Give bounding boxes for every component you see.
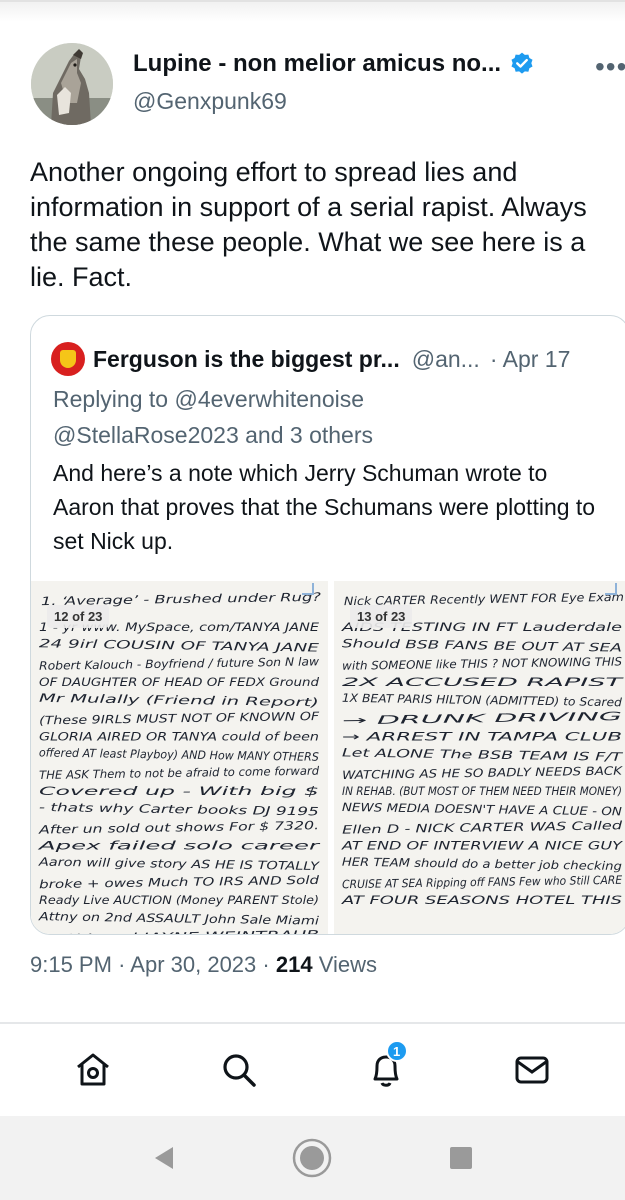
handwritten-line: 24 9irl COUSIN OF TANYA JANE <box>39 636 320 654</box>
quoted-text: And here’s a note which Jerry Schuman wr… <box>53 460 596 554</box>
replying-to: Replying to @4everwhitenoise @StellaRose… <box>53 381 373 453</box>
handwritten-line: Mr Mulally (Friend in Report) <box>39 691 319 709</box>
handwritten-line: GLORIA AIRED OR TANYA could of been <box>39 729 319 743</box>
handwritten-line: → DRUNK DRIVING <box>342 709 622 727</box>
tweet-time[interactable]: 9:15 PM <box>30 952 112 977</box>
views-count: 214 <box>275 952 313 977</box>
quoted-media[interactable]: 1. ‘Average’ - Brushed under Rug? 1 - yr … <box>31 581 625 935</box>
handwritten-line: AT END OF INTERVIEW A NICE GUY <box>341 839 624 853</box>
back-icon <box>155 1147 174 1169</box>
handwritten-line: CRUISE AT SEA Ripping off FANS Few who S… <box>342 873 623 891</box>
bottom-tab-bar: 1 <box>0 1024 625 1116</box>
page-badge: 13 of 23 <box>350 605 413 628</box>
meta-separator: · <box>262 952 270 977</box>
tab-notifications[interactable]: 1 <box>356 1040 416 1100</box>
handwriting-2: Nick CARTER Recently WENT FOR Eye ExamAI… <box>340 590 624 907</box>
quoted-tweet[interactable]: Ferguson is the biggest pr... @an... · A… <box>30 315 625 935</box>
quoted-author-avatar[interactable] <box>51 342 85 376</box>
notification-badge: 1 <box>385 1040 408 1062</box>
tweet-text: Another ongoing effort to spread lies an… <box>30 157 587 292</box>
handwritten-line: → ARREST IN TAMPA CLUB <box>342 729 622 743</box>
handwritten-line: Apex failed solo career <box>37 839 322 853</box>
handwritten-line: offered AT least Playboy) AND How MANY O… <box>39 745 319 763</box>
tweet-date[interactable]: Apr 30, 2023 <box>130 952 256 977</box>
image-corner-icon <box>605 583 617 595</box>
handwritten-line: OF DAUGHTER OF HEAD OF FEDX Ground <box>39 675 320 689</box>
wolf-avatar-image <box>31 43 113 125</box>
handwritten-note-image-2[interactable]: Nick CARTER Recently WENT FOR Eye Exam AI… <box>334 581 625 934</box>
handwritten-line: NEWS MEDIA DOESN'T HAVE A CLUE - ON <box>342 800 623 818</box>
top-divider <box>0 0 625 2</box>
system-home-button[interactable] <box>282 1128 342 1188</box>
views-label: Views <box>318 952 377 977</box>
replying-to-prefix: Replying to <box>53 386 169 412</box>
image-corner-icon <box>302 583 314 595</box>
tweet-meta: 9:15 PM · Apr 30, 2023 · 214 Views <box>30 952 377 978</box>
quoted-date: · Apr 17 <box>489 345 571 372</box>
mail-icon <box>515 1056 549 1084</box>
author-row[interactable]: Lupine - non melior amicus no... <box>133 50 535 78</box>
handwritten-line: AT FOUR SEASONS HOTEL THIS <box>340 893 622 907</box>
handwritten-line: IN REHAB. (BUT MOST OF THEM NEED THEIR M… <box>342 784 622 798</box>
meta-separator: · <box>118 952 126 977</box>
quoted-author-handle[interactable]: @an... <box>412 346 480 373</box>
handwritten-line: THE ASK Them to not be afraid to come fo… <box>39 764 320 782</box>
handwritten-line: Attny on 2nd ASSAULT John Sale Miami <box>38 909 320 927</box>
quoted-header: Ferguson is the biggest pr... @an... · A… <box>51 342 570 376</box>
author-name[interactable]: Lupine - non melior amicus no... <box>133 50 501 78</box>
quoted-author-name[interactable]: Ferguson is the biggest pr... <box>93 346 400 373</box>
handwritten-line: Ellen D - NICK CARTER WAS Called <box>342 818 623 836</box>
handwritten-line: (These 9IRLS MUST NOT OF KNOWN OF <box>39 709 320 727</box>
handwritten-line: broke + owes Much TO IRS AND Sold <box>39 873 320 891</box>
home-icon <box>77 1053 110 1086</box>
system-recents-button[interactable] <box>431 1128 491 1188</box>
handwritten-note-image-1[interactable]: 1. ‘Average’ - Brushed under Rug? 1 - yr … <box>31 581 328 935</box>
tab-home[interactable] <box>63 1040 123 1100</box>
handwritten-line: HER TEAM should do a better job checking <box>342 855 622 873</box>
handwritten-line: with SOMEONE like THIS ? NOT KNOWING THI… <box>342 654 622 672</box>
handwritten-line: 1X BEAT PARIS HILTON (ADMITTED) to Scare… <box>342 691 623 709</box>
handwritten-line: 2X ACCUSED RAPIST <box>342 675 624 689</box>
handwritten-line: Robert Kalouch - Boyfriend / future Son … <box>39 654 320 672</box>
page-badge: 12 of 23 <box>47 605 110 628</box>
tab-search[interactable] <box>209 1040 269 1100</box>
handwritten-line: - thats why Carter books DJ 9195 <box>39 800 319 818</box>
author-handle[interactable]: @Genxpunk69 <box>133 88 287 115</box>
replying-to-handle[interactable]: @4everwhitenoise <box>174 386 364 412</box>
author-avatar[interactable] <box>31 43 113 125</box>
handwritten-line: Should BSB FANS BE OUT AT SEA <box>342 636 622 654</box>
handwritten-line: Covered up - With big $ <box>39 784 319 798</box>
system-navigation-bar <box>0 1116 625 1200</box>
search-icon <box>223 1054 257 1087</box>
handwritten-line: After un sold out shows For $ 7320. <box>38 818 320 836</box>
system-back-button[interactable] <box>134 1128 194 1188</box>
more-options-icon[interactable]: ••• <box>595 53 625 81</box>
verified-badge-icon <box>511 52 533 74</box>
top-fade <box>0 0 625 22</box>
handwriting-1: 1. ‘Average’ - Brushed under Rug?1 - yr … <box>37 590 322 935</box>
handwritten-line: Let ALONE The BSB TEAM IS F/T <box>342 745 624 763</box>
handwritten-line: Ready Live AUCTION (Money PARENT Stole) <box>39 893 319 907</box>
home-circle-icon <box>293 1138 332 1178</box>
tab-messages[interactable] <box>502 1040 562 1100</box>
replying-to-others[interactable]: @StellaRose2023 and 3 others <box>53 417 373 453</box>
handwritten-line: Aaron will give story AS HE IS TOTALLY <box>38 855 321 873</box>
handwritten-line: WATCHING AS HE SO BADLY NEEDS BACK <box>342 764 624 782</box>
recents-icon <box>449 1147 472 1169</box>
handwritten-line: CNN Legal JAYNE WEINTRAUB <box>39 927 319 935</box>
